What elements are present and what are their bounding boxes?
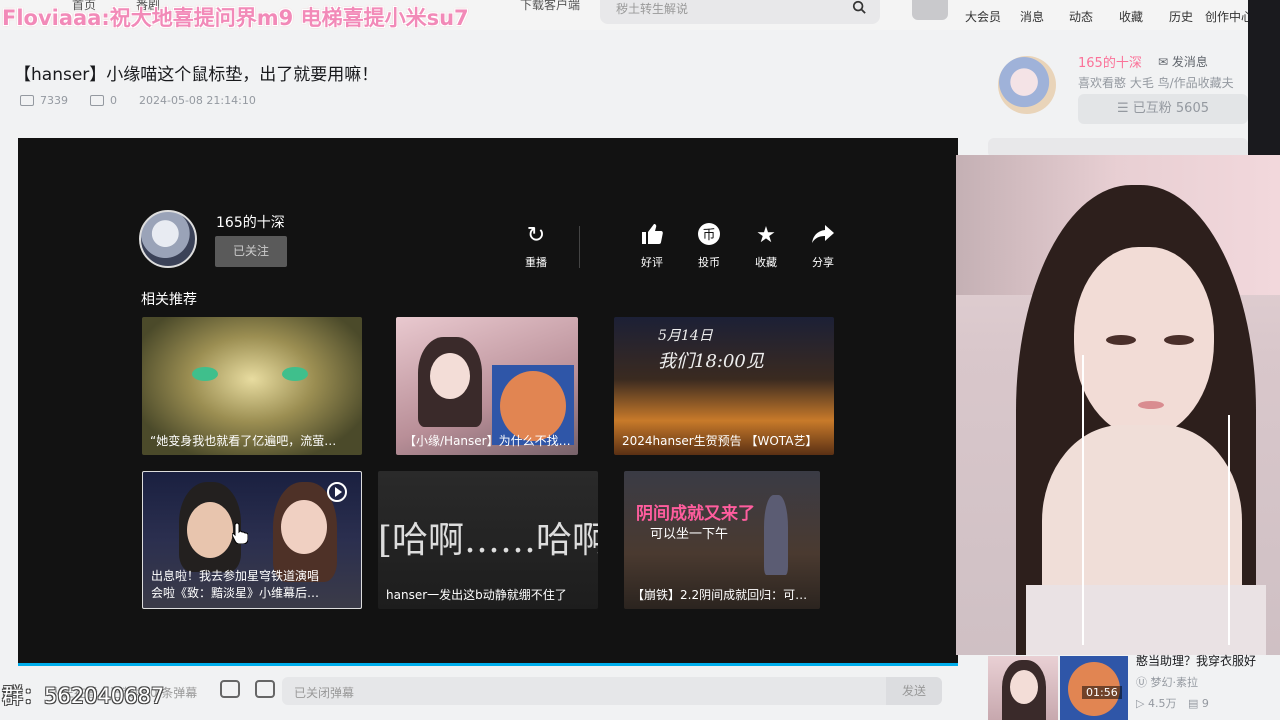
header-favorites[interactable]: 收藏	[1111, 8, 1151, 25]
mutual-follow-button[interactable]: ☰ 已互粉 5605	[1078, 94, 1248, 124]
play-count-icon: ▷	[1136, 697, 1148, 710]
sidebar-up-avatar[interactable]	[998, 56, 1056, 114]
up-name[interactable]: 165的十深	[216, 212, 285, 232]
like-label: 好评	[641, 256, 663, 269]
stream-banner-overlay: Floviaaa:祝大地喜提问界m9 电梯喜提小米su7	[2, 6, 469, 30]
video-meta: 7339 0 2024-05-08 21:14:10	[20, 94, 256, 107]
coin-button[interactable]: 币 投币	[689, 222, 729, 270]
header-messages[interactable]: 消息	[1012, 8, 1052, 25]
related-card-overlay-date: 5月14日	[658, 328, 713, 344]
danmaku-icon	[90, 95, 104, 106]
search-input[interactable]: 秽土转生解说	[616, 0, 688, 17]
thumbs-up-icon	[632, 222, 672, 250]
related-card[interactable]: “她变身我也就看了亿遍吧，流萤…	[142, 317, 362, 455]
danmaku-input[interactable]: 已关闭弹幕	[282, 677, 942, 705]
publish-date: 2024-05-08 21:14:10	[139, 94, 256, 107]
danmaku-count: 0	[110, 94, 117, 107]
related-card-title: hanser一发出这b动静就绷不住了	[386, 588, 567, 602]
replay-label: 重播	[525, 256, 547, 269]
send-danmaku-button[interactable]: 发送	[886, 677, 942, 705]
related-card[interactable]: 阴间成就又来了 可以坐一下午 【崩铁】2.2阴间成就回归：可以…	[624, 471, 820, 609]
related-title: 相关推荐	[141, 292, 197, 308]
share-button[interactable]: 分享	[803, 222, 843, 270]
sidebar-rec-up-name: 梦幻·素拉	[1150, 676, 1199, 689]
related-card-overlay-time: 我们18:00见	[658, 351, 764, 372]
up-icon: Ⓤ	[1136, 676, 1151, 689]
video-player[interactable]: 165的十深 已关注 ↻ 重播 好评 币 投币 ★ 收藏 分享 相关推荐 “她变…	[18, 138, 958, 666]
bilibili-video-page: 首页 番剧 下载客户端 秽土转生解说 大会员 消息 动态 收藏 历史 创作中心 …	[0, 0, 1280, 720]
sidebar-up-name[interactable]: 165的十深	[1078, 52, 1142, 71]
search-icon[interactable]	[852, 0, 866, 14]
related-card-title: “她变身我也就看了亿遍吧，流萤…	[150, 434, 337, 448]
coin-label: 投币	[698, 256, 720, 269]
related-card[interactable]: 5月14日 我们18:00见 2024hanser生贺预告 【WOTA艺】	[614, 317, 834, 455]
danmaku-placeholder: 已关闭弹幕	[294, 686, 355, 700]
header-vip[interactable]: 大会员	[963, 8, 1003, 25]
view-count: 7339	[40, 94, 68, 107]
send-message-button[interactable]: ✉ 发消息	[1158, 53, 1208, 70]
replay-icon: ↻	[526, 223, 546, 248]
send-message-label: 发消息	[1171, 55, 1208, 69]
play-icon	[327, 482, 347, 502]
header-history[interactable]: 历史	[1161, 8, 1201, 25]
menu-icon: ☰	[1116, 101, 1133, 116]
related-card[interactable]: [哈啊……哈啊 hanser一发出这b动静就绷不住了	[378, 471, 598, 609]
share-icon	[803, 222, 843, 250]
related-card-overlay-text: [哈啊……哈啊	[378, 520, 598, 561]
progress-bar[interactable]	[18, 663, 958, 666]
video-title: 【hanser】小缘喵这个鼠标垫，出了就要用嘛！	[14, 65, 379, 85]
up-description: 喜欢看憨 大毛 鸟/作品收藏夫	[1078, 76, 1234, 90]
comment-icon: ▤	[1187, 697, 1202, 710]
related-card-overlay-headline: 阴间成就又来了	[636, 504, 755, 524]
sidebar-rec-views: 4.5万	[1147, 697, 1177, 710]
search-box[interactable]: 秽土转生解说	[600, 0, 880, 24]
nav-download-client[interactable]: 下载客户端	[520, 0, 580, 13]
star-icon: ★	[756, 223, 776, 248]
related-card-overlay-sub: 可以坐一下午	[650, 527, 729, 542]
qq-group-overlay: 群：562040687	[2, 684, 165, 708]
sidebar-rec-title[interactable]: 憨当助理？我穿衣服好	[1136, 652, 1280, 669]
header-dynamic[interactable]: 动态	[1061, 8, 1101, 25]
danmaku-settings-icon[interactable]	[255, 680, 275, 698]
follow-button[interactable]: 已关注	[215, 236, 287, 267]
background-window	[1248, 0, 1280, 160]
mutual-follow-label: 已互粉 5605	[1132, 101, 1209, 116]
related-card-title-line2: 会啦《致：黯淡星》小维幕后…	[151, 586, 320, 600]
header-creator[interactable]: 创作中心	[1205, 8, 1249, 25]
user-avatar[interactable]	[912, 0, 948, 20]
sidebar-rec-up[interactable]: Ⓤ 梦幻·素拉	[1136, 674, 1198, 690]
hand-cursor-icon	[232, 522, 248, 544]
related-card[interactable]: 【小缘/Hanser】为什么不找憨憨…	[396, 317, 578, 455]
sidebar-rec-duration: 01:56	[1082, 686, 1122, 699]
action-divider	[579, 226, 580, 268]
sidebar-rec-comments: 9	[1201, 697, 1209, 710]
favorite-button[interactable]: ★ 收藏	[746, 222, 786, 270]
danmaku-toggle-icon[interactable]	[220, 680, 240, 698]
sidebar-rec-stats: ▷ 4.5万 ▤ 9	[1136, 695, 1209, 711]
up-avatar[interactable]	[139, 210, 197, 268]
views-icon	[20, 95, 34, 106]
related-card-title: 出息啦！我去参加星穹铁道演唱 会啦《致：黯淡星》小维幕后…	[151, 568, 355, 602]
mail-icon: ✉	[1158, 55, 1169, 69]
share-label: 分享	[812, 256, 834, 269]
related-card-title-line1: 出息啦！我去参加星穹铁道演唱	[151, 569, 320, 583]
related-card-title: 【小缘/Hanser】为什么不找憨憨…	[404, 434, 572, 448]
replay-button[interactable]: ↻ 重播	[516, 222, 556, 270]
related-card[interactable]: 出息啦！我去参加星穹铁道演唱 会啦《致：黯淡星》小维幕后…	[142, 471, 362, 609]
coin-icon: 币	[689, 222, 729, 250]
webcam-overlay	[956, 155, 1280, 655]
favorite-label: 收藏	[755, 256, 777, 269]
related-card-title: 【崩铁】2.2阴间成就回归：可以…	[632, 588, 814, 602]
like-button[interactable]: 好评	[632, 222, 672, 270]
svg-text:币: 币	[702, 228, 715, 243]
related-card-title: 2024hanser生贺预告 【WOTA艺】	[622, 434, 818, 448]
